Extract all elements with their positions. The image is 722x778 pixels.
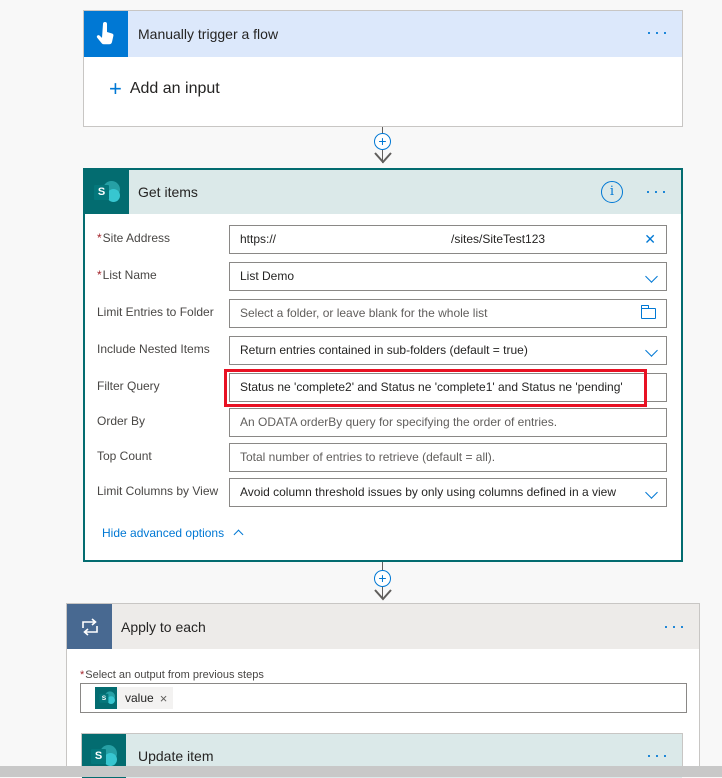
top-count-label: Top Count — [97, 449, 152, 463]
limit-folder-label: Limit Entries to Folder — [97, 305, 214, 319]
apply-to-each-title: Apply to each — [121, 618, 206, 635]
filter-query-label: Filter Query — [97, 379, 160, 393]
clear-icon[interactable]: ✕ — [644, 226, 656, 253]
limit-folder-field[interactable]: Select a folder, or leave blank for the … — [229, 299, 667, 328]
output-field[interactable]: S value × — [80, 683, 687, 713]
get-items-title: Get items — [138, 184, 198, 200]
limit-columns-row: Limit Columns by View Avoid column thres… — [85, 478, 681, 510]
update-item-more-options-icon[interactable]: ··· — [646, 746, 670, 764]
sharepoint-icon: S — [95, 687, 117, 709]
horizontal-scrollbar[interactable] — [0, 766, 722, 777]
top-count-field[interactable]: Total number of entries to retrieve (def… — [229, 443, 667, 472]
filter-query-field[interactable]: Status ne 'complete2' and Status ne 'com… — [229, 373, 667, 402]
limit-columns-label: Limit Columns by View — [97, 484, 219, 498]
add-input-button[interactable]: + Add an input — [109, 76, 220, 101]
get-items-header[interactable]: S Get items i ··· — [85, 170, 681, 214]
nested-items-dropdown[interactable]: Return entries contained in sub-folders … — [229, 336, 667, 365]
get-items-more-options-icon[interactable]: ··· — [645, 182, 669, 200]
list-name-row: *List Name List Demo — [85, 262, 681, 294]
sharepoint-icon: S — [85, 170, 129, 214]
filter-query-row: Filter Query Status ne 'complete2' and S… — [85, 373, 681, 405]
limit-folder-row: Limit Entries to Folder Select a folder,… — [85, 299, 681, 331]
site-address-label: *Site Address — [97, 231, 171, 245]
folder-icon[interactable] — [640, 300, 656, 328]
chevron-down-icon[interactable] — [645, 263, 658, 290]
order-by-row: Order By An ODATA orderBy query for spec… — [85, 408, 681, 440]
trigger-title: Manually trigger a flow — [138, 26, 279, 42]
trigger-more-options-icon[interactable]: ··· — [646, 23, 670, 41]
connector-2: + — [368, 562, 398, 603]
touch-hand-icon — [84, 11, 128, 57]
loop-icon — [67, 604, 112, 649]
order-by-field[interactable]: An ODATA orderBy query for specifying th… — [229, 408, 667, 437]
add-input-label: Add an input — [129, 80, 220, 97]
arrow-down-icon — [374, 589, 392, 601]
hide-advanced-options-link[interactable]: Hide advanced options — [102, 526, 244, 540]
site-address-field[interactable]: https:///sites/SiteTest123 ✕ — [229, 225, 667, 254]
insert-step-plus-icon[interactable]: + — [374, 133, 391, 150]
limit-columns-dropdown[interactable]: Avoid column threshold issues by only us… — [229, 478, 667, 507]
nested-items-row: Include Nested Items Return entries cont… — [85, 336, 681, 368]
top-count-row: Top Count Total number of entries to ret… — [85, 443, 681, 475]
trigger-header[interactable]: Manually trigger a flow ··· — [84, 11, 682, 57]
plus-icon: + — [109, 76, 122, 101]
site-address-row: *Site Address https:///sites/SiteTest123… — [85, 225, 681, 257]
update-item-title: Update item — [138, 748, 214, 764]
chevron-up-icon — [233, 529, 244, 540]
chevron-down-icon[interactable] — [645, 479, 658, 506]
chevron-down-icon[interactable] — [645, 337, 658, 364]
info-icon[interactable]: i — [601, 181, 623, 203]
list-name-label: *List Name — [97, 268, 157, 282]
trigger-card: Manually trigger a flow ··· + Add an inp… — [83, 10, 683, 127]
token-label: value — [125, 691, 154, 705]
remove-token-icon[interactable]: × — [160, 691, 168, 706]
connector-1: + — [368, 127, 398, 168]
value-token[interactable]: S value × — [95, 687, 174, 709]
apply-to-each-more-options-icon[interactable]: ··· — [663, 617, 687, 635]
order-by-label: Order By — [97, 414, 146, 428]
nested-items-label: Include Nested Items — [97, 342, 210, 356]
insert-step-plus-icon[interactable]: + — [374, 570, 391, 587]
list-name-dropdown[interactable]: List Demo — [229, 262, 667, 291]
apply-to-each-header[interactable]: Apply to each ··· — [67, 604, 699, 649]
arrow-down-icon — [374, 152, 392, 164]
output-label: *Select an output from previous steps — [80, 669, 264, 681]
get-items-card: S Get items i ··· *Site Address https://… — [83, 168, 683, 562]
